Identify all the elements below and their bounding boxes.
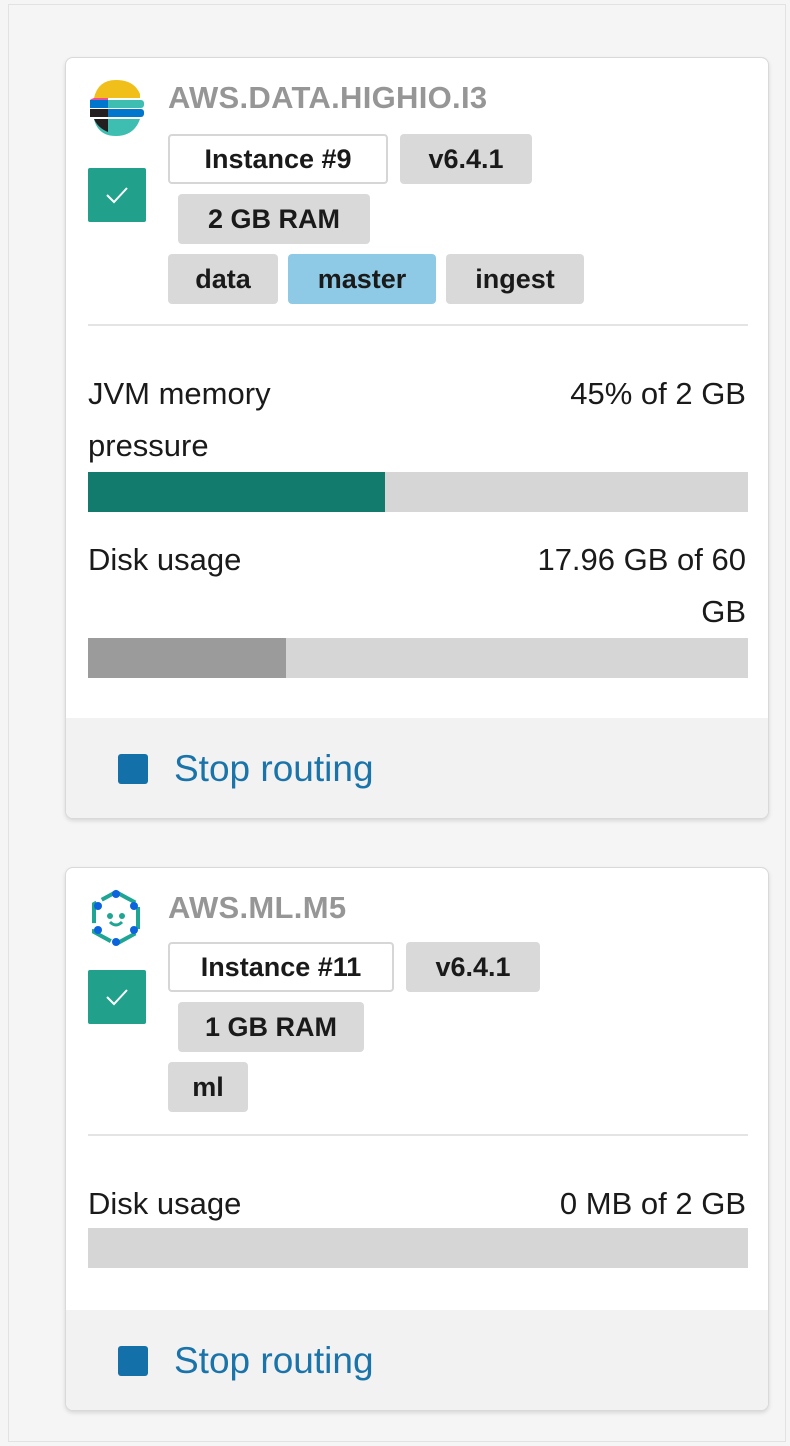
ram-badge: 1 GB RAM — [178, 1002, 364, 1052]
node-card-highio: AWS.DATA.HIGHIO.I3 Instance #9 v6.4.1 2 … — [65, 57, 769, 819]
stop-routing-label: Stop routing — [174, 748, 374, 789]
role-badge-master: master — [288, 254, 436, 304]
node-title: AWS.ML.M5 — [168, 890, 347, 925]
checkmark-icon — [106, 989, 128, 1006]
ram-badge: 2 GB RAM — [178, 194, 370, 244]
disk-usage-label: Disk usage — [88, 542, 242, 577]
elasticsearch-logo-icon — [90, 80, 144, 136]
disk-usage-bar-fill — [88, 638, 286, 678]
node-title: AWS.DATA.HIGHIO.I3 — [168, 80, 488, 115]
disk-usage-label: Disk usage — [88, 1186, 242, 1221]
jvm-memory-label: JVM memory pressure — [88, 376, 271, 463]
disk-usage-value: 17.96 GB of 60 GB — [537, 542, 746, 629]
divider — [88, 324, 748, 326]
machine-learning-logo-icon — [92, 889, 140, 947]
role-badge-data: data — [168, 254, 278, 304]
node-checkbox[interactable] — [88, 970, 146, 1024]
card-footer: Stop routing — [66, 1310, 768, 1410]
card-footer: Stop routing — [66, 718, 768, 818]
role-badge-ml: ml — [168, 1062, 248, 1112]
nodes-panel: AWS.DATA.HIGHIO.I3 Instance #9 v6.4.1 2 … — [8, 4, 786, 1442]
jvm-memory-bar — [88, 472, 748, 512]
divider — [88, 1134, 748, 1136]
disk-usage-bar — [88, 1228, 748, 1268]
jvm-memory-bar-fill — [88, 472, 385, 512]
version-badge: v6.4.1 — [400, 134, 532, 184]
node-card-ml: AWS.ML.M5 Instance #11 v6.4.1 1 GB RAM m… — [65, 867, 769, 1411]
stop-icon — [118, 754, 148, 784]
node-checkbox[interactable] — [88, 168, 146, 222]
jvm-memory-value: 45% of 2 GB — [570, 376, 746, 411]
instance-badge: Instance #11 — [168, 942, 394, 992]
stop-routing-button[interactable]: Stop routing — [118, 746, 374, 792]
stop-routing-button[interactable]: Stop routing — [118, 1338, 374, 1384]
stop-routing-label: Stop routing — [174, 1340, 374, 1381]
disk-usage-bar — [88, 638, 748, 678]
role-badge-ingest: ingest — [446, 254, 584, 304]
stop-icon — [118, 1346, 148, 1376]
instance-badge: Instance #9 — [168, 134, 388, 184]
disk-usage-value: 0 MB of 2 GB — [559, 1186, 746, 1221]
version-badge: v6.4.1 — [406, 942, 540, 992]
checkmark-icon — [106, 187, 128, 204]
